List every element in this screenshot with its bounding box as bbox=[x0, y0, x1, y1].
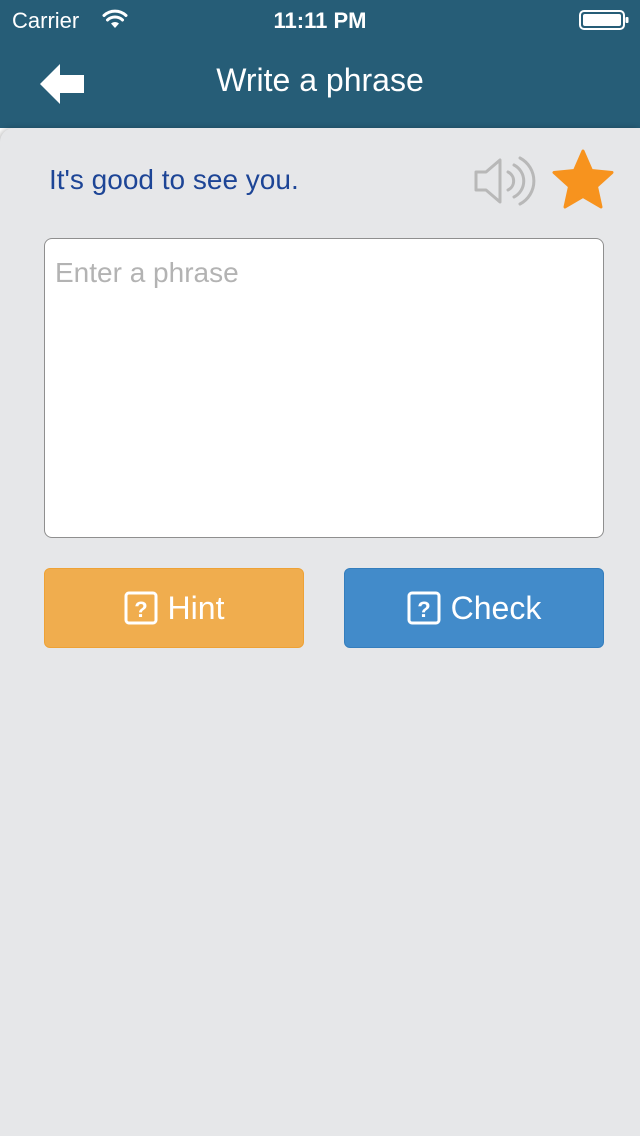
navigation-bar: Write a phrase bbox=[0, 40, 640, 128]
svg-text:?: ? bbox=[134, 597, 147, 622]
arrow-left-icon bbox=[40, 64, 84, 104]
status-bar: Carrier 11:11 PM bbox=[0, 0, 640, 40]
battery-full-icon bbox=[579, 10, 629, 30]
hint-button[interactable]: ? Hint bbox=[44, 568, 304, 648]
phrase-prompt: It's good to see you. bbox=[49, 164, 299, 195]
svg-text:?: ? bbox=[417, 597, 430, 622]
star-icon bbox=[552, 149, 614, 209]
page-title: Write a phrase bbox=[216, 62, 424, 98]
check-button[interactable]: ? Check bbox=[344, 568, 604, 648]
check-button-label: Check bbox=[450, 589, 542, 626]
hint-button-label: Hint bbox=[167, 589, 225, 626]
favorite-star-button[interactable] bbox=[550, 148, 616, 214]
back-button[interactable] bbox=[30, 60, 94, 108]
question-square-icon: ? bbox=[407, 591, 441, 625]
exercise-card: It's good to see you. ? Hint ? Check bbox=[0, 128, 640, 1136]
top-bar: Carrier 11:11 PM Write a phrase bbox=[0, 0, 640, 128]
status-time: 11:11 PM bbox=[273, 8, 367, 33]
speaker-icon-graphic bbox=[474, 156, 536, 206]
question-square-icon: ? bbox=[124, 591, 158, 625]
speaker-icon[interactable] bbox=[470, 150, 540, 210]
phrase-input[interactable] bbox=[44, 238, 604, 538]
